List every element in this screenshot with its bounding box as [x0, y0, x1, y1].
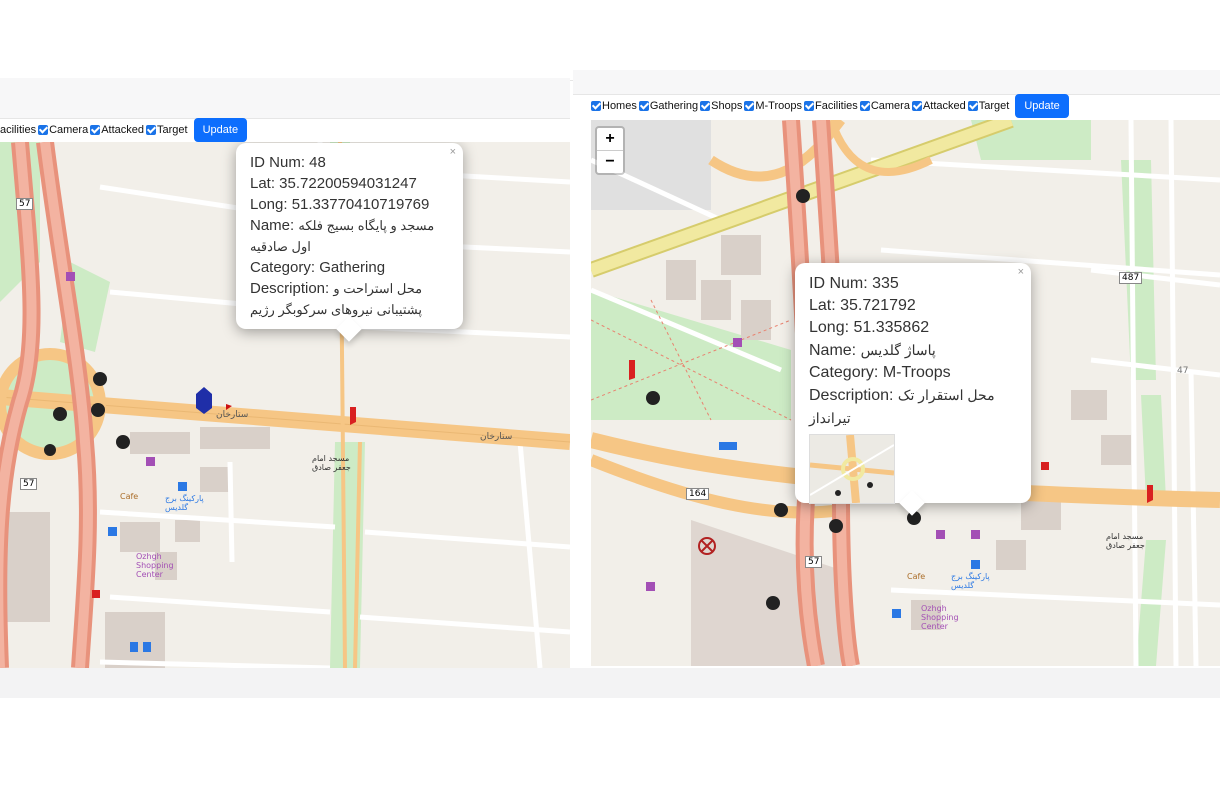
popup-desc-cont: پشتیبانی نیروهای سرکوبگر رژیم	[250, 302, 422, 317]
filter-label: Target	[978, 100, 1010, 112]
filter-label: Gathering	[649, 100, 699, 112]
filter-facilities[interactable]: acilities	[0, 124, 36, 136]
zoom-out-button[interactable]: −	[597, 150, 623, 173]
popup-desc-cont: تیرانداز	[809, 410, 851, 426]
thumbnail-map-drawing	[810, 435, 894, 503]
update-button[interactable]: Update	[1015, 94, 1069, 118]
popup-description: Description: محل استقرار تک	[809, 384, 1017, 407]
label-poi: Ozhgh Shopping Center	[921, 604, 959, 631]
checkbox-target[interactable]	[146, 125, 157, 135]
filter-attacked[interactable]: Attacked	[90, 124, 144, 136]
popup-category: Category: M-Troops	[809, 364, 951, 381]
filter-gathering[interactable]: Gathering	[638, 100, 699, 112]
popup-desc-value: محل استقرار تک	[897, 387, 995, 403]
popup-category: Category: Gathering	[250, 259, 386, 276]
filter-label: M-Troops	[755, 100, 803, 112]
checkbox-homes[interactable]	[591, 101, 601, 111]
filter-camera[interactable]: Camera	[859, 100, 910, 112]
filter-shops[interactable]: Shops	[700, 100, 742, 112]
checkbox-facilities[interactable]	[804, 101, 815, 111]
popup-name-label: Name:	[250, 217, 299, 234]
filter-mtroops[interactable]: M-Troops	[744, 100, 802, 112]
checkbox-camera[interactable]	[38, 125, 49, 135]
label-poi: مسجد امام جعفر صادق	[1106, 532, 1145, 550]
label-route-487: 487	[1119, 272, 1143, 284]
popup-lat: Lat: 35.72200594031247	[250, 175, 417, 192]
filter-label: Shops	[711, 100, 743, 112]
filter-label: Camera	[870, 100, 910, 112]
filter-label: Attacked	[101, 124, 145, 136]
filter-label: acilities	[0, 124, 37, 136]
label-poi: Ozhgh Shopping Center	[136, 552, 174, 579]
popup-name: Name: مسجد و پایگاه بسیج فلکه	[250, 215, 449, 236]
label-number: 47	[1177, 366, 1189, 376]
bottom-strip	[0, 668, 1220, 698]
label-poi: Cafe	[907, 572, 926, 581]
checkbox-shops[interactable]	[700, 101, 711, 111]
popup-desc-label: Description:	[809, 387, 898, 404]
filter-homes[interactable]: Homes	[591, 100, 637, 112]
left-map[interactable]: 57 57 ستارخان ستارخان Ozhgh Shopping Cen…	[0, 142, 570, 668]
label-route-57: 57	[20, 478, 38, 490]
checkbox-camera[interactable]	[859, 101, 870, 111]
popup-close-button[interactable]: ×	[450, 146, 456, 158]
popup-name-continued: اول صادقیه	[250, 236, 449, 257]
popup-description-continued: تیرانداز	[809, 407, 1017, 430]
popup-thumbnail-image	[809, 434, 895, 504]
popup-name-value: مسجد و پایگاه بسیج فلکه	[298, 218, 435, 233]
right-map[interactable]: 164 57 487 47 Ozhgh Shopping Center پارک…	[591, 120, 1220, 666]
filter-camera[interactable]: Camera	[38, 124, 88, 136]
label-route-164: 164	[686, 488, 710, 500]
checkbox-mtroops[interactable]	[744, 101, 755, 111]
popup-long: Long: 51.33770410719769	[250, 196, 430, 213]
filter-label: Facilities	[815, 100, 858, 112]
popup-id: ID Num: 335	[809, 275, 899, 292]
popup-description: Description: محل استراحت و	[250, 278, 449, 299]
filter-target[interactable]: Target	[146, 124, 188, 136]
label-route-57: 57	[805, 556, 823, 568]
left-filter-bar: acilities Camera Attacked Target Update	[0, 118, 248, 142]
checkbox-gathering[interactable]	[638, 101, 649, 111]
popup-name-value: پاساژ گلدیس	[860, 342, 936, 358]
label-street: ستارخان	[216, 410, 249, 420]
right-marker-popup: × ID Num: 335 Lat: 35.721792 Long: 51.33…	[795, 263, 1031, 516]
popup-name: Name: پاساژ گلدیس	[809, 339, 1017, 362]
zoom-control: + −	[595, 126, 625, 175]
label-poi: پارکینگ برج گلدیس	[165, 494, 204, 512]
filter-label: Camera	[49, 124, 89, 136]
right-filter-bar: Homes Gathering Shops M-Troops Facilitie…	[591, 94, 1069, 118]
checkbox-attacked[interactable]	[90, 125, 101, 135]
popup-long: Long: 51.335862	[809, 319, 930, 336]
popup-name-label: Name:	[809, 342, 861, 359]
filter-attacked[interactable]: Attacked	[911, 100, 966, 112]
checkbox-attacked[interactable]	[911, 101, 922, 111]
right-toolbar-bg	[573, 70, 1220, 95]
left-screenshot-panel: acilities Camera Attacked Target Update	[0, 78, 570, 668]
zoom-in-button[interactable]: +	[597, 128, 623, 150]
left-marker-popup: × ID Num: 48 Lat: 35.72200594031247 Long…	[236, 143, 463, 342]
label-poi: پارکینگ برج گلدیس	[951, 572, 990, 590]
filter-label: Target	[157, 124, 188, 136]
top-header-strip	[0, 0, 1220, 81]
right-screenshot-panel: Homes Gathering Shops M-Troops Facilitie…	[573, 70, 1220, 668]
label-poi: مسجد امام جعفر صادق	[312, 454, 351, 472]
popup-desc-value: محل استراحت و	[333, 281, 423, 296]
checkbox-target[interactable]	[967, 101, 978, 111]
popup-id: ID Num: 48	[250, 154, 326, 171]
update-button[interactable]: Update	[193, 118, 248, 142]
popup-desc-label: Description:	[250, 280, 334, 297]
left-toolbar-bg	[0, 78, 570, 119]
filter-label: Homes	[602, 100, 637, 112]
label-poi: Cafe	[120, 492, 139, 501]
popup-name-cont: اول صادقیه	[250, 239, 311, 254]
popup-lat: Lat: 35.721792	[809, 297, 916, 314]
label-route-57: 57	[16, 198, 34, 210]
popup-close-button[interactable]: ×	[1018, 266, 1024, 278]
label-street: ستارخان	[480, 432, 513, 442]
filter-target[interactable]: Target	[967, 100, 1010, 112]
filter-facilities[interactable]: Facilities	[804, 100, 858, 112]
filter-label: Attacked	[922, 100, 966, 112]
